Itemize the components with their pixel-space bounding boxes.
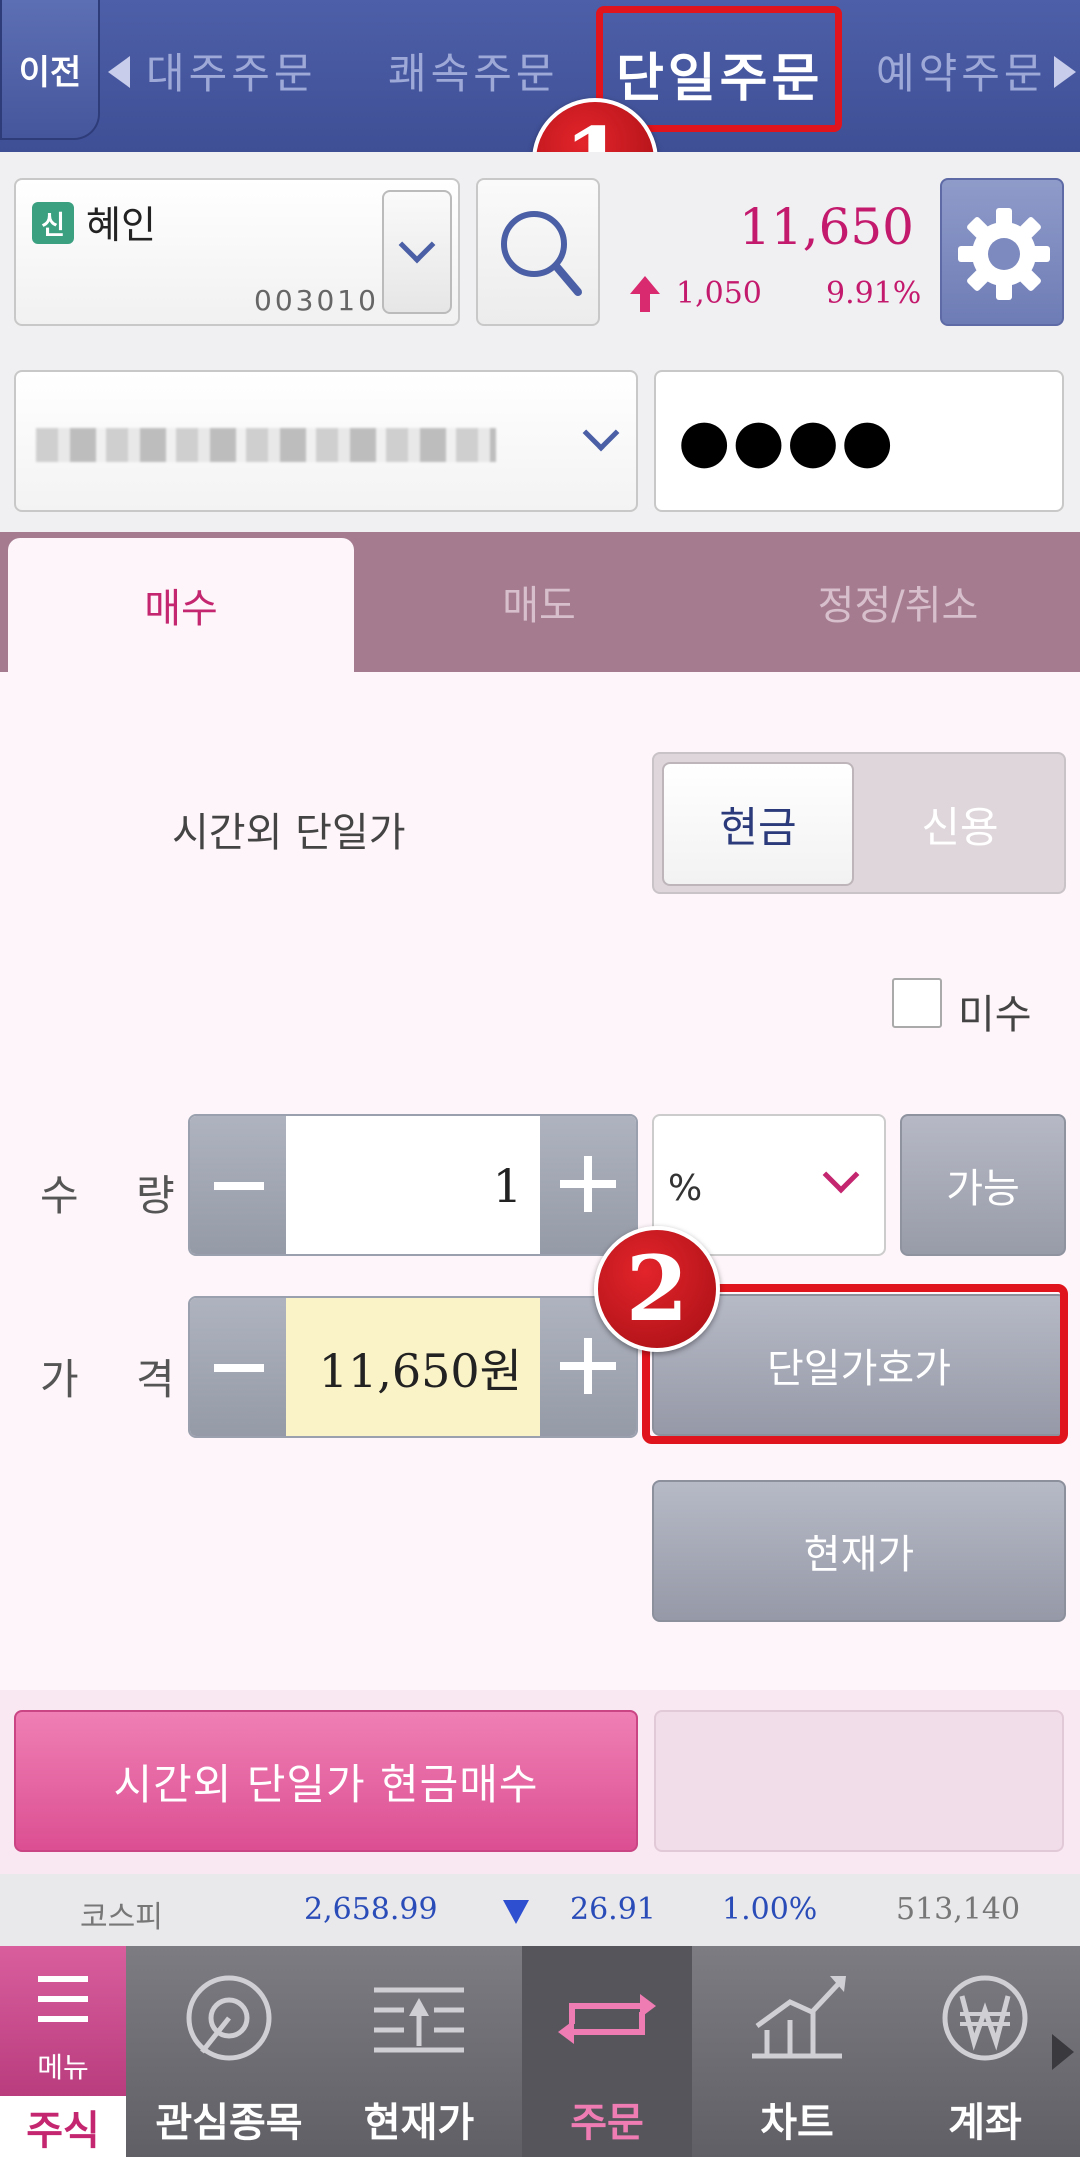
hamburger-icon — [38, 1976, 88, 1982]
price-label: 가 격 — [40, 1355, 197, 1404]
nav-chart-label: 차트 — [760, 2100, 834, 2146]
chevron-down-icon — [398, 226, 436, 264]
available-qty-button[interactable]: 가능 — [900, 1114, 1066, 1256]
order-book-icon — [374, 1987, 464, 2053]
current-price: 11,650 — [739, 198, 914, 256]
index-change: 26.91 — [570, 1892, 656, 1927]
target-icon — [186, 1975, 272, 2061]
price-minus-button[interactable] — [190, 1298, 286, 1436]
nav-current-price-label: 현재가 — [363, 2100, 475, 2146]
stock-dropdown-button[interactable] — [382, 190, 452, 314]
price-input[interactable]: 11,650원 — [286, 1298, 540, 1436]
gear-icon — [958, 208, 1050, 300]
chevron-down-icon — [582, 414, 620, 452]
nav-right-arrow-icon[interactable] — [1054, 56, 1076, 88]
menu-label: 메뉴 — [37, 2051, 89, 2084]
quantity-minus-button[interactable] — [190, 1116, 286, 1254]
quantity-stepper: 1 — [188, 1114, 638, 1256]
order-action-area: 시간외 단일가 현금매수 — [0, 1690, 1080, 1874]
nav-account-label: 계좌 — [948, 2100, 1022, 2146]
current-price-button[interactable]: 현재가 — [652, 1480, 1066, 1622]
chart-icon — [752, 1976, 846, 2059]
minus-icon — [214, 1364, 264, 1372]
index-ticker[interactable]: 코스피 2,658.99 26.91 1.00% 513,140 — [0, 1874, 1080, 1946]
nav-left-arrow-icon[interactable] — [108, 56, 130, 88]
nav-item-quick-order[interactable]: 쾌속주문 — [388, 40, 559, 101]
menu-button[interactable]: 메뉴 — [0, 1946, 126, 2096]
won-icon — [942, 1975, 1028, 2061]
nav-chart[interactable]: 차트 — [712, 1946, 882, 2157]
percent-label: % — [668, 1168, 703, 1209]
down-arrow-icon — [503, 1900, 529, 1924]
stock-info-row: 신 혜인 003010 11,650 1,050 9.91% — [0, 152, 1080, 346]
cash-credit-toggle: 현금 신용 — [652, 752, 1066, 894]
swap-arrows-icon — [558, 1994, 656, 2044]
price-change-percent: 9.91% — [826, 276, 922, 311]
nav-more-arrow-icon[interactable] — [1052, 2034, 1074, 2070]
quantity-label: 수 량 — [40, 1171, 197, 1220]
quantity-input[interactable]: 1 — [286, 1116, 540, 1254]
cash-option[interactable]: 현금 — [662, 762, 854, 886]
tab-modify-cancel[interactable]: 정정/취소 — [720, 532, 1076, 672]
settings-button[interactable] — [940, 178, 1064, 326]
price-stepper: 11,650원 — [188, 1296, 638, 1438]
submit-buy-button[interactable]: 시간외 단일가 현금매수 — [14, 1710, 638, 1852]
stock-selector[interactable]: 신 혜인 003010 — [14, 178, 460, 326]
bottom-nav: 메뉴 주식 관심종목 현재가 주문 차트 계좌 — [0, 1946, 1080, 2157]
account-row: ●●●● — [0, 346, 1080, 532]
nav-order[interactable]: 주문 — [522, 1946, 692, 2157]
search-icon — [501, 211, 582, 296]
nav-item-large-holder-order[interactable]: 대주주문 — [146, 40, 317, 101]
index-volume: 513,140 — [896, 1892, 1021, 1927]
quantity-plus-button[interactable] — [540, 1116, 636, 1254]
password-input[interactable]: ●●●● — [654, 370, 1064, 512]
secondary-action-button[interactable] — [654, 1710, 1064, 1852]
stock-category-tab[interactable]: 주식 — [0, 2096, 126, 2157]
unpaid-checkbox[interactable] — [892, 978, 942, 1028]
nav-order-label: 주문 — [570, 2100, 644, 2146]
stock-name: 혜인 — [86, 203, 156, 247]
order-tabs: 매수 매도 정정/취소 — [0, 532, 1080, 672]
credit-option[interactable]: 신용 — [862, 762, 1058, 886]
nav-watchlist[interactable]: 관심종목 — [144, 1946, 314, 2157]
unpaid-label: 미수 — [958, 992, 1032, 1038]
prev-button[interactable]: 이전 — [0, 0, 100, 140]
nav-item-reserved-order[interactable]: 예약주문 — [876, 40, 1047, 101]
session-label: 시간외 단일가 — [172, 810, 406, 856]
index-change-percent: 1.00% — [722, 1892, 818, 1927]
tab-buy[interactable]: 매수 — [8, 538, 354, 672]
stock-code: 003010 — [254, 284, 379, 317]
search-button[interactable] — [476, 178, 600, 326]
index-value: 2,658.99 — [304, 1892, 438, 1927]
nav-watchlist-label: 관심종목 — [155, 2100, 303, 2146]
price-change: 1,050 — [676, 276, 762, 311]
annotation-badge-2: 2 — [594, 1226, 720, 1352]
nav-account[interactable]: 계좌 — [900, 1946, 1070, 2157]
tab-sell[interactable]: 매도 — [364, 532, 714, 672]
account-selector[interactable] — [14, 370, 638, 512]
account-number-blurred — [36, 428, 496, 462]
chevron-down-icon — [822, 1156, 860, 1194]
credit-badge-icon: 신 — [32, 202, 74, 244]
minus-icon — [214, 1182, 264, 1190]
nav-current-price[interactable]: 현재가 — [334, 1946, 504, 2157]
up-arrow-icon — [630, 276, 660, 312]
index-name: 코스피 — [80, 1900, 163, 1935]
